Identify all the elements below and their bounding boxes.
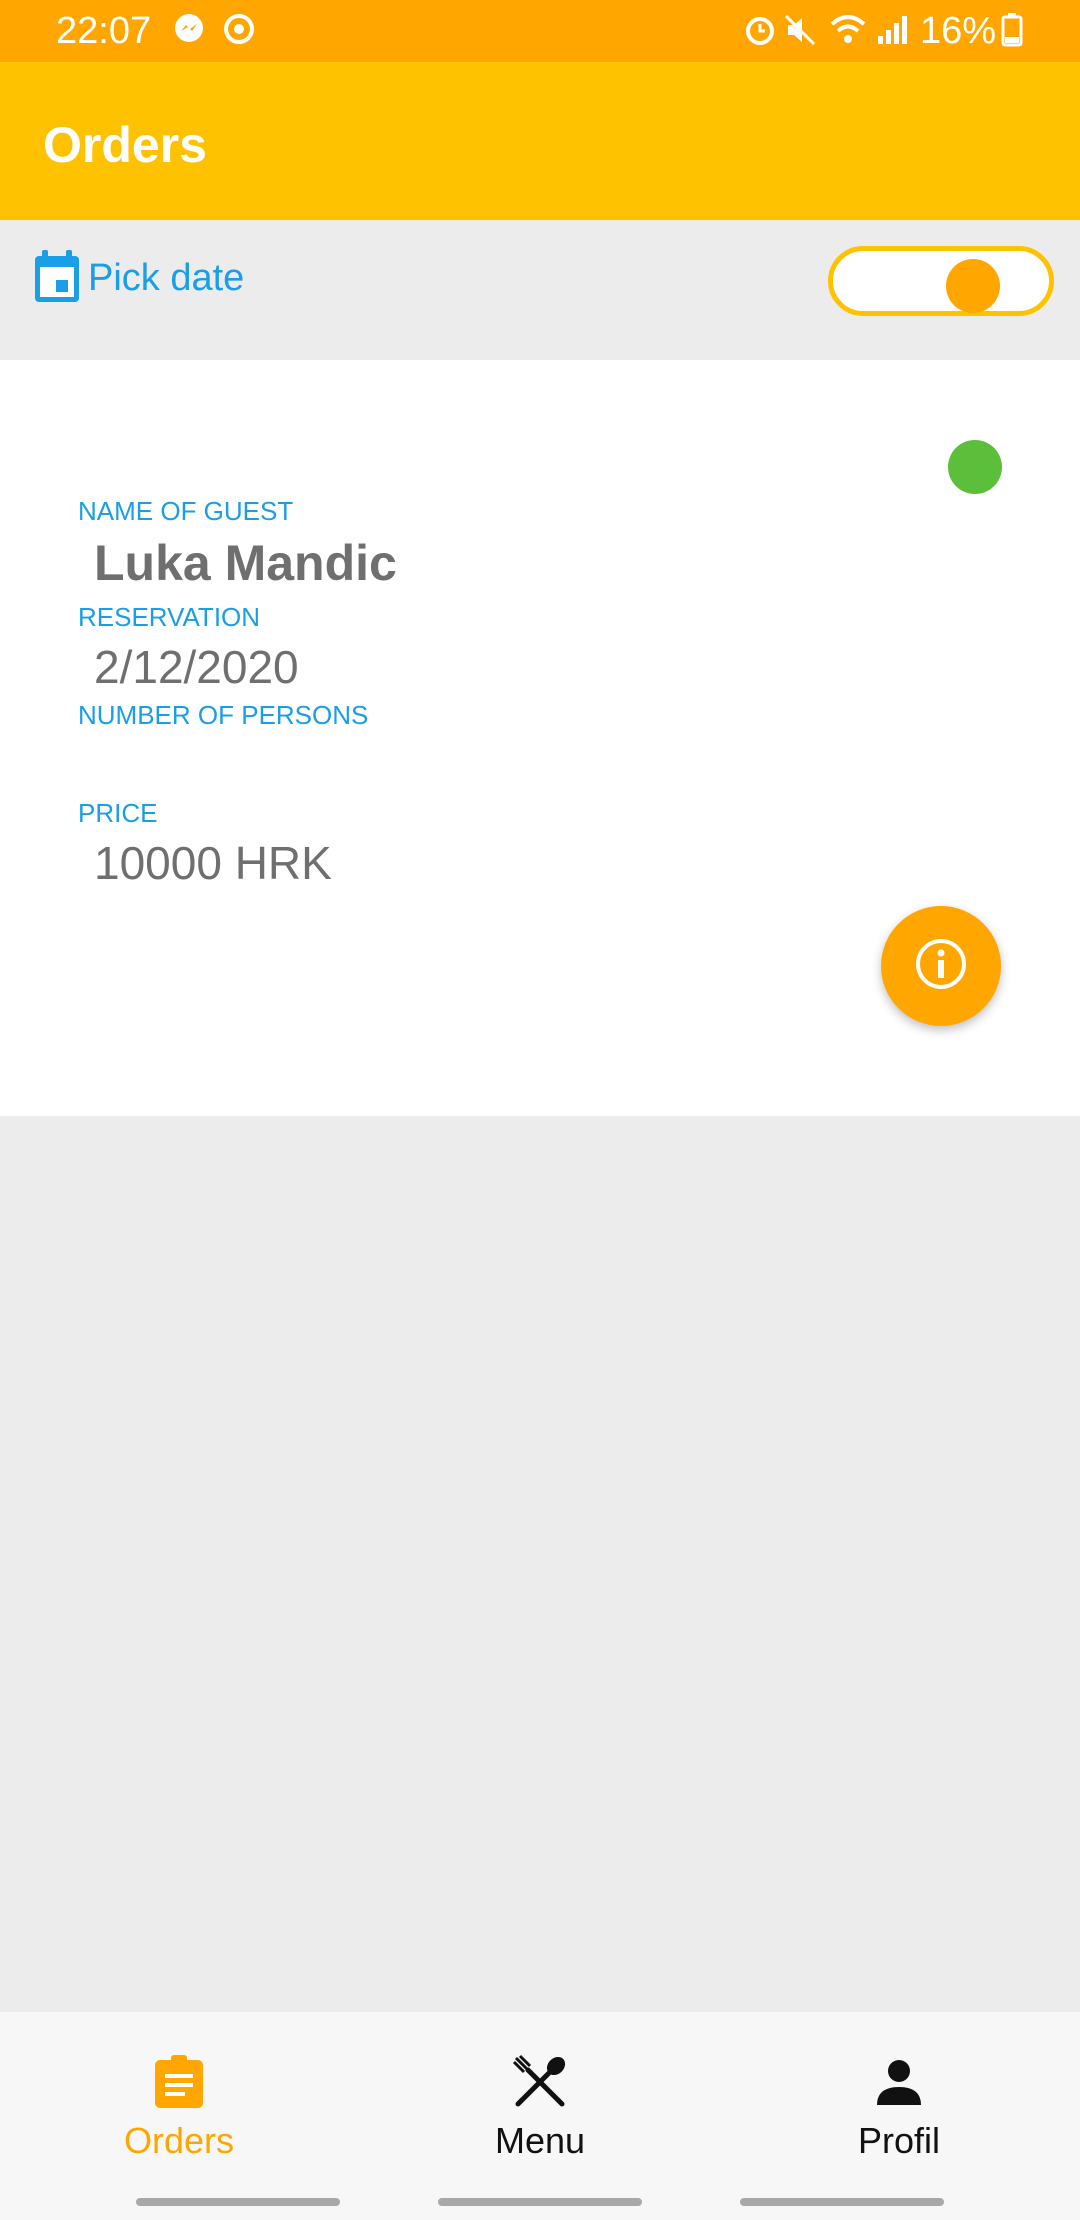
- messenger-icon: [172, 12, 206, 51]
- wifi-icon: [828, 12, 868, 53]
- nav-label-menu: Menu: [494, 2120, 586, 2161]
- gesture-bar-center: [438, 2198, 642, 2206]
- app-bar: Orders: [0, 62, 1080, 220]
- pick-date-button[interactable]: Pick date: [32, 248, 244, 308]
- order-status-indicator: [948, 440, 1002, 494]
- guest-name-value: Luka Mandic: [94, 535, 397, 591]
- alarm-icon: [742, 12, 778, 53]
- filter-toggle[interactable]: [828, 246, 1054, 316]
- order-info-button[interactable]: [881, 906, 1001, 1026]
- battery-icon: [1000, 12, 1024, 53]
- gesture-bar-right: [740, 2198, 944, 2206]
- signal-icon: [874, 12, 910, 53]
- nav-label-profil: Profil: [857, 2120, 941, 2161]
- page-title: Orders: [43, 117, 207, 173]
- clipboard-icon: [79, 2052, 279, 2112]
- nav-item-menu[interactable]: Menu: [440, 2052, 640, 2162]
- info-icon: [913, 936, 969, 997]
- mute-icon: [782, 12, 818, 53]
- guest-name-label: NAME OF GUEST: [78, 496, 294, 526]
- toggle-knob: [946, 259, 1000, 313]
- gesture-bar-left: [136, 2198, 340, 2206]
- pick-date-label: Pick date: [88, 256, 245, 299]
- nav-item-orders[interactable]: Orders: [79, 2052, 279, 2162]
- person-icon: [799, 2052, 999, 2112]
- calendar-icon: [32, 248, 82, 309]
- sync-icon: [222, 12, 256, 51]
- status-time: 22:07: [56, 10, 152, 52]
- nav-item-profil[interactable]: Profil: [799, 2052, 999, 2162]
- filter-row: Pick date: [0, 220, 1080, 360]
- price-value: 10000 HRK: [94, 837, 332, 889]
- nav-label-orders: Orders: [123, 2120, 235, 2161]
- reservation-date-value: 2/12/2020: [94, 641, 299, 693]
- reservation-label: RESERVATION: [78, 602, 261, 632]
- order-card[interactable]: NAME OF GUEST Luka Mandic RESERVATION 2/…: [0, 360, 1080, 1116]
- utensils-icon: [440, 2052, 640, 2112]
- price-label: PRICE: [78, 798, 158, 828]
- status-bar: 22:07 16%: [0, 0, 1080, 62]
- battery-percent: 16%: [920, 10, 997, 52]
- persons-label: NUMBER OF PERSONS: [78, 700, 369, 730]
- bottom-navigation: Orders Menu Profil: [0, 2012, 1080, 2220]
